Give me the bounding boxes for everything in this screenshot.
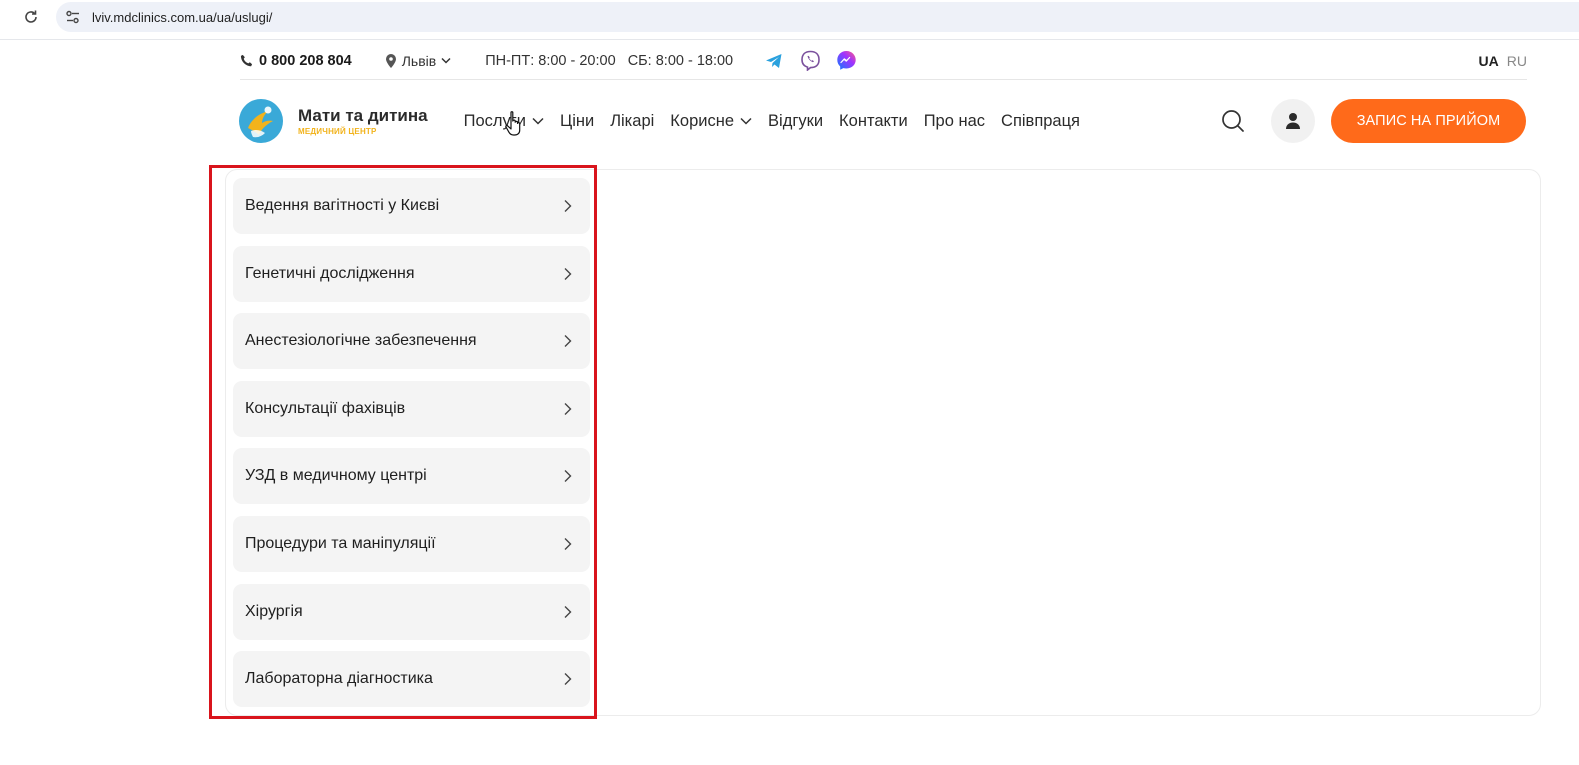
- url-text[interactable]: lviv.mdclinics.com.ua/ua/uslugi/: [92, 10, 272, 25]
- tune-icon[interactable]: [60, 4, 86, 30]
- nav-label: Ціни: [559, 111, 595, 130]
- menu-item-pregnancy[interactable]: Ведення вагітності у Києві: [233, 178, 590, 234]
- city-selector[interactable]: Львів: [385, 53, 451, 69]
- nav-label: Лікарі: [610, 111, 655, 130]
- nav-item-useful[interactable]: Корисне: [670, 112, 752, 131]
- logo-title: Мати та дитина: [298, 106, 428, 125]
- nav-label: Про нас: [923, 111, 986, 130]
- phone-number: 0 800 208 804: [259, 52, 352, 69]
- menu-item-label: Ведення вагітності у Києві: [245, 197, 440, 214]
- appointment-button[interactable]: ЗАПИС НА ПРИЙОМ: [1331, 99, 1526, 143]
- phone-link[interactable]: 0 800 208 804: [240, 53, 352, 69]
- nav-label: Корисне: [670, 111, 735, 130]
- nav-item-doctors[interactable]: Лікарі: [610, 112, 654, 131]
- services-menu: Ведення вагітності у Києві Генетичні дос…: [233, 178, 590, 708]
- main-nav: Послуги Ціни Лікарі Корисне Відгуки Конт…: [464, 112, 1080, 131]
- hours-saturday: СБ: 8:00 - 18:00: [627, 52, 734, 69]
- chevron-right-icon: [564, 335, 572, 348]
- language-switcher: UA RU: [1479, 53, 1527, 69]
- nav-label: Контакти: [839, 111, 908, 130]
- menu-item-surgery[interactable]: Хірургія: [233, 583, 590, 640]
- browser-toolbar: lviv.mdclinics.com.ua/ua/uslugi/: [0, 0, 1579, 40]
- menu-item-label: Лабораторна діагностика: [245, 670, 433, 688]
- chevron-right-icon: [564, 402, 572, 415]
- menu-item-label: Консультації фахівців: [245, 399, 406, 417]
- menu-item-ultrasound[interactable]: УЗД в медичному центрі: [233, 448, 590, 505]
- menu-item-label: Анестезіологічне забезпечення: [245, 332, 477, 350]
- menu-item-consultations[interactable]: Консультації фахівців: [233, 380, 590, 437]
- nav-label: Відгуки: [768, 111, 824, 130]
- chevron-right-icon: [564, 605, 572, 618]
- address-bar[interactable]: lviv.mdclinics.com.ua/ua/uslugi/: [56, 2, 1579, 32]
- nav-item-reviews[interactable]: Відгуки: [768, 112, 823, 131]
- logo-icon: [239, 99, 283, 143]
- nav-item-about[interactable]: Про нас: [924, 112, 985, 131]
- lang-ua[interactable]: UA: [1479, 53, 1499, 69]
- nav-item-prices[interactable]: Ціни: [560, 112, 594, 131]
- menu-item-laboratory[interactable]: Лабораторна діагностика: [233, 651, 590, 708]
- nav-item-cooperation[interactable]: Співпраця: [1001, 112, 1080, 131]
- logo-subtitle: МЕДИЧНИЙ ЦЕНТР: [298, 127, 377, 136]
- messenger-icon[interactable]: [835, 50, 857, 72]
- phone-icon: [240, 54, 253, 67]
- nav-label: Співпраця: [1001, 111, 1080, 130]
- menu-item-anesthesiology[interactable]: Анестезіологічне забезпечення: [233, 313, 590, 370]
- location-pin-icon: [385, 53, 396, 68]
- reload-icon[interactable]: [20, 6, 42, 28]
- user-icon: [1286, 113, 1300, 129]
- chevron-down-icon: [740, 117, 752, 125]
- nav-item-contacts[interactable]: Контакти: [839, 112, 908, 131]
- viber-icon[interactable]: [799, 50, 821, 72]
- nav-item-services[interactable]: Послуги: [464, 112, 544, 131]
- chevron-right-icon: [564, 537, 572, 550]
- top-info-bar: 0 800 208 804 Львів ПН-ПТ: 8:00 - 20:00 …: [240, 42, 1527, 80]
- menu-item-label: УЗД в медичному центрі: [245, 467, 427, 485]
- chevron-down-icon: [441, 57, 451, 64]
- site-header: Мати та дитина МЕДИЧНИЙ ЦЕНТР Послуги Ці…: [238, 96, 1528, 146]
- menu-item-label: Хірургія: [245, 602, 303, 620]
- lang-ru[interactable]: RU: [1507, 53, 1527, 69]
- menu-item-label: Процедури та маніпуляції: [245, 534, 436, 552]
- account-button[interactable]: [1271, 99, 1315, 143]
- menu-item-genetics[interactable]: Генетичні дослідження: [233, 245, 590, 302]
- chevron-right-icon: [564, 200, 572, 212]
- chevron-right-icon: [564, 673, 572, 686]
- chevron-right-icon: [564, 267, 572, 280]
- city-label: Львів: [401, 52, 437, 69]
- social-links: [763, 50, 857, 72]
- chevron-right-icon: [564, 470, 572, 483]
- telegram-icon[interactable]: [763, 50, 785, 72]
- menu-item-procedures[interactable]: Процедури та маніпуляції: [233, 515, 590, 572]
- search-icon[interactable]: [1220, 108, 1246, 134]
- working-hours: ПН-ПТ: 8:00 - 20:00 СБ: 8:00 - 18:00: [485, 53, 733, 69]
- hours-weekdays: ПН-ПТ: 8:00 - 20:00: [485, 52, 616, 69]
- menu-item-label: Генетичні дослідження: [245, 264, 415, 282]
- logo[interactable]: Мати та дитина МЕДИЧНИЙ ЦЕНТР: [238, 98, 428, 144]
- nav-label: Послуги: [463, 111, 526, 130]
- chevron-down-icon: [532, 117, 544, 125]
